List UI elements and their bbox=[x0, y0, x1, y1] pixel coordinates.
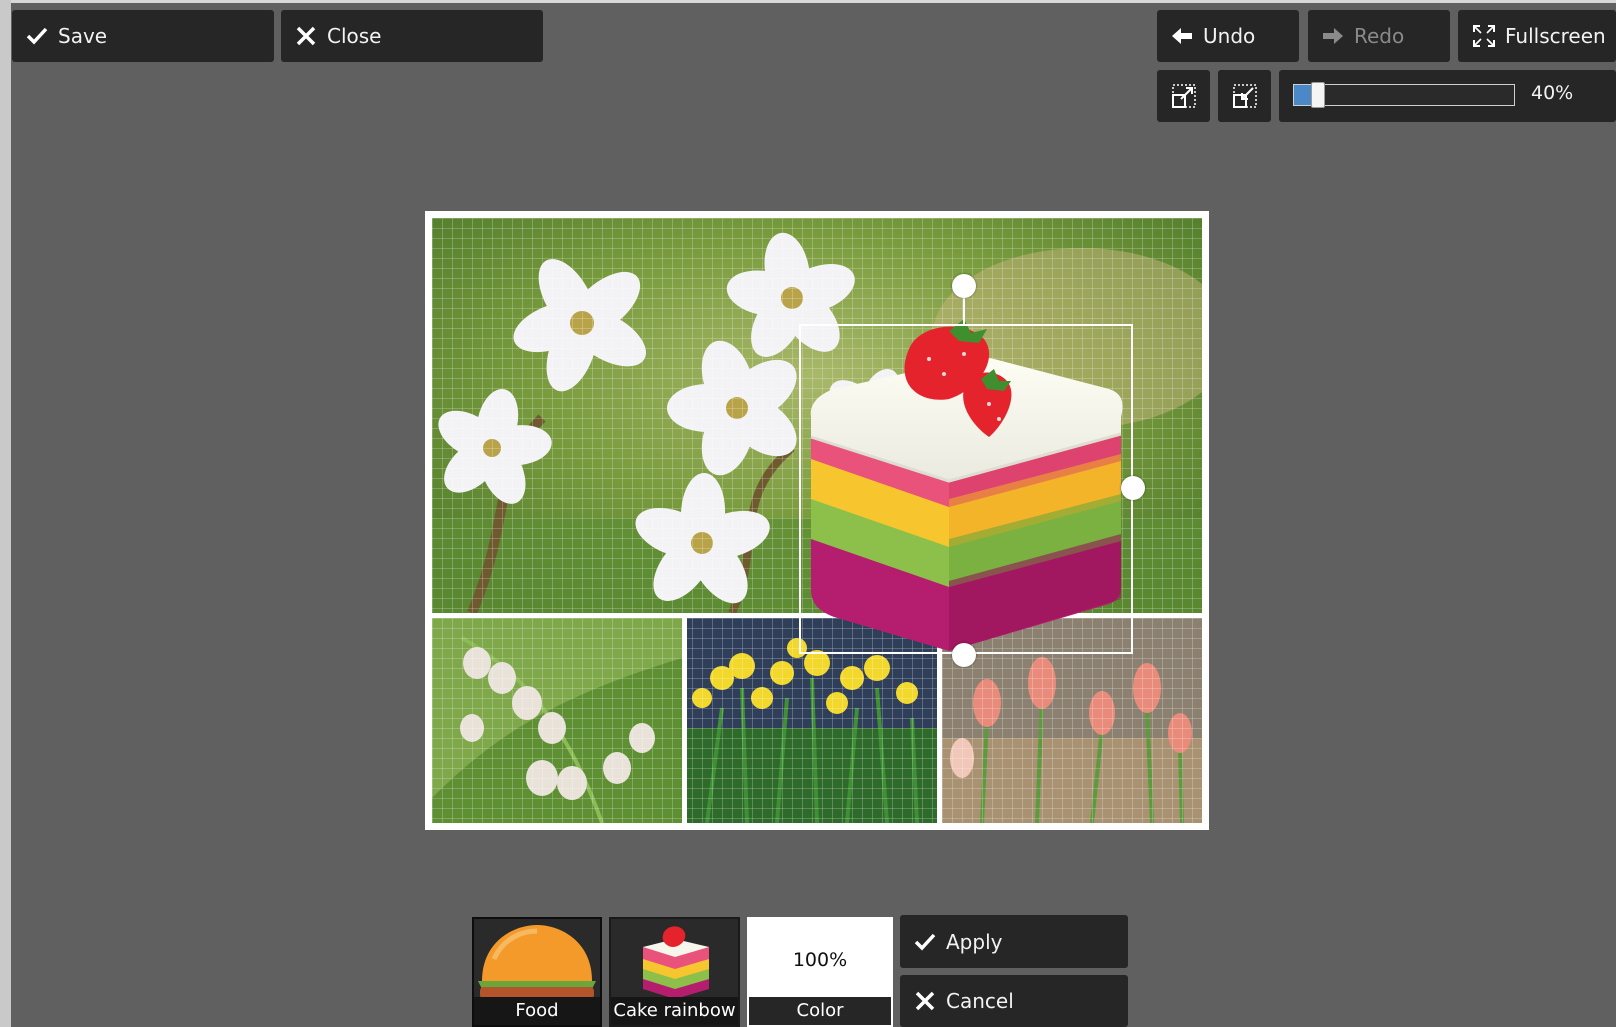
expand-icon bbox=[1171, 84, 1196, 108]
color-opacity-tile[interactable]: 100% Color bbox=[747, 917, 893, 1027]
fullscreen-label: Fullscreen bbox=[1505, 24, 1606, 48]
category-tile-food[interactable]: Food bbox=[472, 917, 602, 1027]
close-icon bbox=[915, 991, 935, 1011]
rotate-handle-line bbox=[963, 296, 965, 324]
cancel-label: Cancel bbox=[946, 989, 1014, 1013]
rotate-handle[interactable] bbox=[952, 274, 976, 298]
sticker-selection-box[interactable] bbox=[799, 324, 1133, 654]
zoom-slider-thumb[interactable] bbox=[1311, 82, 1325, 108]
collage-canvas[interactable] bbox=[425, 211, 1209, 830]
save-button[interactable]: Save bbox=[12, 10, 274, 62]
burger-icon bbox=[474, 919, 600, 1001]
zoom-value: 40% bbox=[1531, 82, 1574, 104]
arrow-right-icon bbox=[1323, 28, 1343, 44]
top-edge bbox=[11, 0, 1616, 3]
undo-button[interactable]: Undo bbox=[1157, 10, 1299, 62]
collage-photo-lily-of-valley[interactable] bbox=[432, 618, 682, 823]
tile-label-cake-rainbow: Cake rainbow bbox=[611, 997, 738, 1025]
fullscreen-icon bbox=[1473, 25, 1495, 47]
sticker-tile-cake-rainbow[interactable]: Cake rainbow bbox=[609, 917, 740, 1027]
resize-handle-bottom[interactable] bbox=[952, 643, 976, 667]
redo-label: Redo bbox=[1354, 24, 1405, 48]
checkmark-icon bbox=[26, 27, 48, 45]
shrink-icon bbox=[1232, 84, 1257, 108]
close-icon bbox=[296, 26, 316, 46]
arrow-left-icon bbox=[1172, 28, 1192, 44]
resize-handle-right[interactable] bbox=[1121, 476, 1145, 500]
apply-label: Apply bbox=[946, 929, 1003, 954]
apply-button[interactable]: Apply bbox=[900, 915, 1128, 968]
fullscreen-button[interactable]: Fullscreen bbox=[1458, 10, 1616, 62]
zoom-in-fit-button[interactable] bbox=[1157, 70, 1210, 122]
zoom-out-fit-button[interactable] bbox=[1218, 70, 1271, 122]
close-label: Close bbox=[327, 24, 382, 48]
close-button[interactable]: Close bbox=[281, 10, 543, 62]
lily-image bbox=[432, 618, 682, 823]
cancel-button[interactable]: Cancel bbox=[900, 975, 1128, 1027]
zoom-slider[interactable] bbox=[1293, 82, 1515, 108]
checkmark-icon bbox=[914, 933, 936, 951]
color-opacity-value: 100% bbox=[792, 949, 848, 971]
undo-label: Undo bbox=[1203, 24, 1256, 48]
left-edge bbox=[0, 0, 11, 1027]
redo-button[interactable]: Redo bbox=[1308, 10, 1450, 62]
tile-label-color: Color bbox=[749, 997, 891, 1025]
zoom-control: 40% bbox=[1279, 70, 1616, 122]
cake-icon bbox=[611, 919, 738, 1001]
tile-label-food: Food bbox=[474, 997, 600, 1025]
save-label: Save bbox=[58, 24, 108, 48]
